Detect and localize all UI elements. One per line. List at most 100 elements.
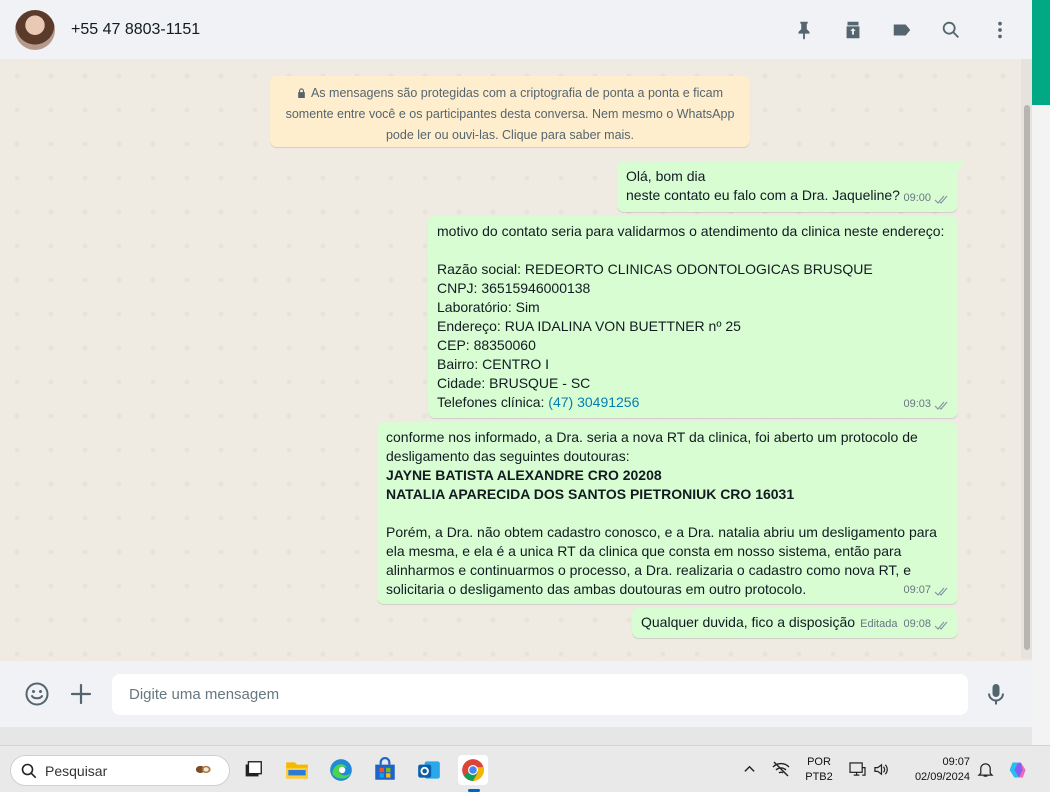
- taskbar-edge[interactable]: [326, 755, 356, 785]
- encryption-notice-line: somente entre você e os participantes de…: [285, 107, 735, 121]
- message-text-bold: JAYNE BATISTA ALEXANDRE CRO 20208: [386, 467, 662, 483]
- chat-scrollbar-thumb[interactable]: [1024, 105, 1030, 650]
- message-meta: 09:00: [903, 189, 950, 208]
- message-text-bold: NATALIA APARECIDA DOS SANTOS PIETRONIUK …: [386, 486, 795, 502]
- menu-icon: [998, 21, 1002, 38]
- taskbar-file-explorer[interactable]: [282, 755, 312, 785]
- taskbar-outlook[interactable]: [414, 755, 444, 785]
- coconut-icon: [195, 765, 211, 773]
- taskbar-chrome[interactable]: [458, 755, 488, 785]
- message-text: [386, 504, 949, 523]
- lock-icon: [297, 84, 306, 98]
- clock-date: 02/09/2024: [914, 771, 970, 783]
- read-ticks-icon: [934, 619, 950, 630]
- pin-button[interactable]: [792, 18, 816, 42]
- message-composer: [0, 661, 1032, 727]
- voice-message-button[interactable]: [982, 680, 1010, 708]
- search-icon: [21, 763, 37, 778]
- message-text: motivo do contato seria para validarmos …: [437, 223, 945, 239]
- archive-icon: [846, 21, 860, 38]
- archive-button[interactable]: [841, 18, 865, 42]
- message-text: desligamento das seguintes doutouras:: [386, 448, 630, 464]
- tray-overflow-button[interactable]: [740, 756, 758, 782]
- message-bubble[interactable]: Olá, bom dia neste contato eu falo com a…: [617, 161, 966, 212]
- tray-display[interactable]: [846, 756, 868, 782]
- message-text: conforme nos informado, a Dra. seria a n…: [386, 429, 918, 445]
- phone-link[interactable]: (47) 30491256: [548, 394, 639, 410]
- message-text: Cidade: BRUSQUE - SC: [437, 375, 591, 391]
- search-icon: [942, 21, 959, 38]
- encryption-notice-line: pode ler ou ouvi-las. Clique para saber …: [385, 128, 635, 142]
- message-text: neste contato eu falo com a Dra. Jaqueli…: [626, 187, 900, 203]
- message-text: solicitaria o desligamento das ambas dou…: [386, 581, 807, 597]
- taskbar-clock[interactable]: 09:07 02/09/2024: [900, 755, 970, 785]
- message-time: 09:07: [903, 584, 931, 596]
- message-bubble[interactable]: motivo do contato seria para validarmos …: [428, 216, 958, 418]
- pin-icon: [798, 21, 810, 39]
- message-input[interactable]: [112, 674, 968, 715]
- encryption-notice[interactable]: As mensagens são protegidas com a cripto…: [270, 76, 750, 147]
- message-time: 09:03: [903, 398, 931, 410]
- emoji-icon: [25, 682, 49, 706]
- menu-button[interactable]: [988, 18, 1012, 42]
- message-bubble[interactable]: conforme nos informado, a Dra. seria a n…: [377, 422, 958, 604]
- message-text: Endereço: RUA IDALINA VON BUETTNER nº 25: [437, 318, 741, 334]
- label-button[interactable]: [890, 18, 914, 42]
- message-text: [437, 241, 949, 260]
- taskbar-search-label: Pesquisar: [45, 762, 108, 779]
- attach-button[interactable]: [67, 680, 95, 708]
- chat-body[interactable]: As mensagens são protegidas com a cripto…: [0, 59, 1032, 661]
- taskbar-copilot[interactable]: [1005, 756, 1033, 784]
- notification-bell-icon: [976, 762, 994, 777]
- input-language[interactable]: POR PTB2: [800, 755, 838, 785]
- language-code: POR: [807, 756, 831, 768]
- microphone-icon: [988, 684, 1004, 705]
- message-text: ela mesma, e ela é a unica RT da clinica…: [386, 543, 902, 559]
- folder-icon: [286, 762, 308, 779]
- contact-name[interactable]: +55 47 8803-1151: [71, 21, 200, 39]
- message-text: Porém, a Dra. não obtem cadastro conosco…: [386, 524, 937, 540]
- taskbar-store[interactable]: [370, 755, 400, 785]
- phone-label: Telefones clínica:: [437, 394, 549, 410]
- plus-icon: [70, 683, 92, 705]
- keyboard-layout: PTB2: [805, 771, 833, 783]
- message-text: alinharmos e continuarmos o processo, a …: [386, 562, 911, 578]
- header-actions: [792, 0, 1012, 59]
- tray-volume[interactable]: [870, 756, 892, 782]
- message-text: CNPJ: 36515946000138: [437, 280, 591, 296]
- message-time: 09:00: [903, 192, 931, 204]
- message-meta: 09:07: [903, 581, 950, 600]
- message-text: Olá, bom dia: [626, 168, 706, 184]
- emoji-button[interactable]: [23, 680, 51, 708]
- read-ticks-icon: [934, 585, 950, 596]
- message-bubble[interactable]: Qualquer duvida, fico a disposição Edita…: [632, 608, 958, 638]
- monitor-icon: [848, 761, 866, 776]
- edge-icon: [330, 759, 352, 781]
- taskbar: Pesquisar POR PTB2 09:07 02/09/2024: [0, 745, 1050, 792]
- label-icon: [893, 24, 911, 35]
- window-edge: [1032, 0, 1050, 745]
- chat-header: +55 47 8803-1151: [0, 0, 1032, 59]
- task-view-icon: [245, 761, 262, 777]
- taskbar-search[interactable]: Pesquisar: [10, 755, 230, 786]
- accent-strip: [1032, 0, 1050, 105]
- message-text: Laboratório: Sim: [437, 299, 540, 315]
- message-text: CEP: 88350060: [437, 337, 536, 353]
- read-ticks-icon: [934, 193, 950, 204]
- message-meta: 09:03: [903, 395, 950, 414]
- outlook-icon: [418, 761, 440, 779]
- message-text: Bairro: CENTRO I: [437, 356, 550, 372]
- read-ticks-icon: [934, 399, 950, 410]
- clock-time: 09:07: [942, 756, 970, 768]
- tray-notifications[interactable]: [974, 756, 996, 782]
- message-meta: Editada 09:08: [860, 615, 950, 634]
- search-button[interactable]: [939, 18, 963, 42]
- message-time: 09:08: [903, 618, 931, 630]
- avatar[interactable]: [15, 9, 55, 50]
- chrome-icon: [462, 759, 484, 781]
- encryption-notice-line: As mensagens são protegidas com a cripto…: [310, 86, 724, 100]
- tray-network[interactable]: [770, 756, 792, 782]
- speaker-icon: [873, 763, 888, 775]
- no-internet-icon: [772, 761, 790, 777]
- taskbar-task-view[interactable]: [238, 755, 268, 785]
